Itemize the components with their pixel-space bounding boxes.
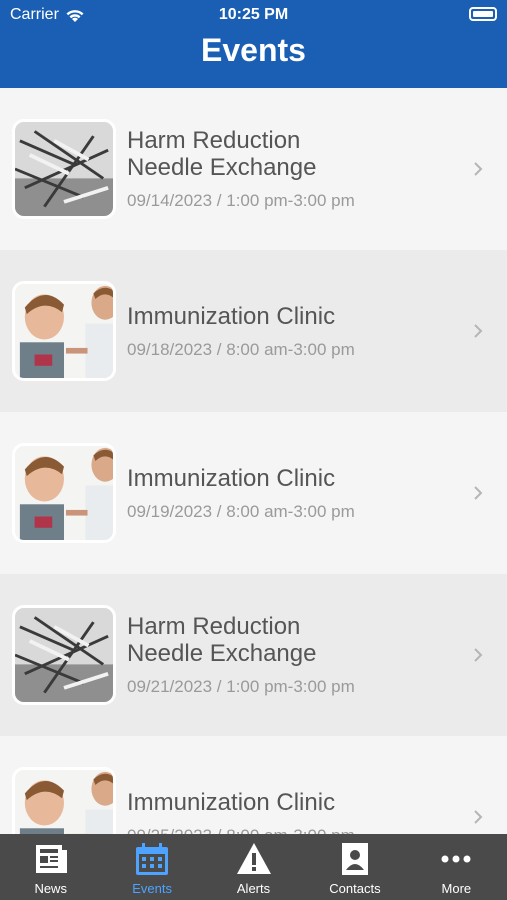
tab-label: Events bbox=[132, 881, 172, 896]
event-title-line: Immunization Clinic bbox=[127, 788, 336, 816]
tab-contacts[interactable]: Contacts bbox=[304, 834, 405, 900]
event-row[interactable]: Harm Reduction Needle Exchange 09/21/202… bbox=[0, 574, 507, 736]
tab-label: Alerts bbox=[236, 881, 271, 896]
chevron-right-icon bbox=[471, 324, 485, 338]
event-title-line: Harm Reduction bbox=[127, 127, 301, 154]
event-date: 09/19/2023 / 8:00 am-3:00 pm bbox=[127, 501, 355, 521]
event-thumbnail-vaccination bbox=[12, 767, 116, 834]
event-text: Harm Reduction Needle Exchange 09/14/202… bbox=[127, 127, 447, 211]
tab-bar: News Events Alerts Contacts More bbox=[0, 834, 507, 900]
event-title-line: Immunization Clinic bbox=[127, 464, 336, 492]
event-row[interactable]: Immunization Clinic 09/19/2023 / 8:00 am… bbox=[0, 412, 507, 574]
tab-label: News bbox=[34, 881, 67, 896]
tab-label: Contacts bbox=[329, 881, 381, 896]
event-thumbnail-vaccination bbox=[12, 281, 116, 381]
header: Carrier 10:25 PM Events bbox=[0, 0, 507, 88]
event-date: 09/14/2023 / 1:00 pm-3:00 pm bbox=[127, 191, 355, 210]
event-text: Harm Reduction Needle Exchange 09/21/202… bbox=[127, 613, 447, 697]
event-thumbnail-syringes bbox=[12, 119, 116, 219]
tab-alerts[interactable]: Alerts bbox=[203, 834, 304, 900]
event-thumbnail-syringes bbox=[12, 605, 116, 705]
event-text: Immunization Clinic 09/25/2023 / 8:00 am… bbox=[127, 789, 447, 835]
event-title-line: Immunization Clinic bbox=[127, 302, 336, 330]
event-title: Immunization Clinic bbox=[127, 789, 447, 816]
event-title: Harm Reduction Needle Exchange bbox=[127, 127, 447, 181]
calendar-icon bbox=[136, 843, 169, 875]
event-date: 09/21/2023 / 1:00 pm-3:00 pm bbox=[127, 677, 355, 696]
chevron-right-icon bbox=[471, 810, 485, 824]
event-row[interactable]: Immunization Clinic 09/18/2023 / 8:00 am… bbox=[0, 250, 507, 412]
event-row[interactable]: Harm Reduction Needle Exchange 09/14/202… bbox=[0, 88, 507, 250]
chevron-right-icon bbox=[471, 648, 485, 662]
event-title-line: Harm Reduction bbox=[127, 613, 301, 640]
warning-icon bbox=[236, 843, 271, 874]
tab-news[interactable]: News bbox=[0, 834, 101, 900]
event-title: Immunization Clinic bbox=[127, 465, 447, 492]
newspaper-icon bbox=[35, 845, 67, 873]
event-title: Harm Reduction Needle Exchange bbox=[127, 613, 447, 667]
status-bar: Carrier 10:25 PM bbox=[0, 0, 507, 30]
event-title-line: Needle Exchange bbox=[127, 640, 317, 667]
event-text: Immunization Clinic 09/18/2023 / 8:00 am… bbox=[127, 303, 447, 360]
event-row[interactable]: Immunization Clinic 09/25/2023 / 8:00 am… bbox=[0, 736, 507, 834]
event-text: Immunization Clinic 09/19/2023 / 8:00 am… bbox=[127, 465, 447, 522]
event-thumbnail-vaccination bbox=[12, 443, 116, 543]
event-title-line: Needle Exchange bbox=[127, 154, 317, 181]
clock: 10:25 PM bbox=[218, 6, 289, 23]
chevron-right-icon bbox=[471, 162, 485, 176]
event-date: 09/18/2023 / 8:00 am-3:00 pm bbox=[127, 339, 355, 359]
battery-icon bbox=[469, 7, 497, 21]
chevron-right-icon bbox=[471, 486, 485, 500]
tab-label: More bbox=[441, 881, 472, 896]
tab-more[interactable]: More bbox=[406, 834, 507, 900]
events-list[interactable]: Harm Reduction Needle Exchange 09/14/202… bbox=[0, 88, 507, 834]
tab-events[interactable]: Events bbox=[101, 834, 202, 900]
more-dots-icon bbox=[441, 855, 471, 863]
contact-card-icon bbox=[341, 843, 368, 875]
page-title: Events bbox=[201, 32, 306, 68]
event-title: Immunization Clinic bbox=[127, 303, 447, 330]
event-date: 09/25/2023 / 8:00 am-3:00 pm bbox=[127, 826, 447, 835]
